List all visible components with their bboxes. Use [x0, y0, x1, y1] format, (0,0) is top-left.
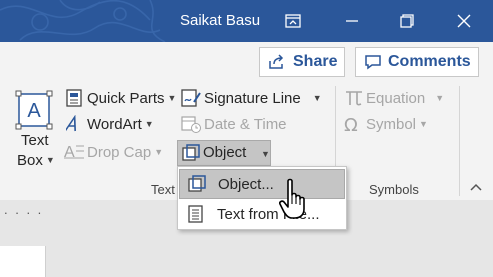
comments-label: Comments [388, 53, 471, 70]
collapse-ribbon-icon[interactable] [468, 180, 484, 194]
wordart-icon [66, 115, 82, 133]
restore-icon[interactable] [394, 8, 420, 34]
user-name[interactable]: Saikat Basu [180, 12, 260, 29]
minimize-icon[interactable] [339, 8, 365, 34]
menu-item-label: Object... [218, 176, 274, 193]
object-icon [188, 175, 206, 198]
omega-icon: Ω [344, 115, 364, 133]
pi-icon [344, 89, 364, 107]
svg-text:Ω: Ω [344, 115, 358, 133]
dropdown-caret-icon: ▼ [312, 93, 322, 103]
menu-item-object[interactable]: Object... [179, 169, 345, 199]
drop-cap-button[interactable]: Drop Cap ▼ [87, 144, 163, 161]
date-time-button[interactable]: Date & Time [204, 116, 287, 133]
text-box-label-2[interactable]: Box ▼ [17, 152, 55, 169]
signature-line-icon [181, 89, 201, 107]
share-button[interactable]: Share [259, 47, 345, 77]
document-page[interactable] [0, 246, 46, 277]
group-separator [459, 86, 460, 196]
object-label: Object [203, 144, 247, 161]
equation-button[interactable]: Equation ▼ [366, 90, 444, 107]
dropdown-caret-icon: ▼ [144, 119, 154, 129]
dropdown-caret-icon: ▼ [435, 93, 445, 103]
quick-parts-button[interactable]: Quick Parts ▼ [87, 90, 176, 107]
title-bar: Saikat Basu [0, 0, 493, 42]
ruler-marks: . . . . [4, 202, 44, 217]
object-button[interactable]: Object ▼ [177, 140, 271, 166]
dropdown-caret-icon: ▼ [261, 149, 270, 159]
quick-parts-icon [66, 89, 82, 107]
close-icon[interactable] [451, 8, 477, 34]
dropdown-caret-icon: ▼ [419, 119, 428, 129]
svg-text:A: A [27, 100, 41, 122]
comments-button[interactable]: Comments [355, 47, 479, 77]
menu-item-text-from-file[interactable]: Text from File... [179, 200, 345, 230]
dropdown-caret-icon: ▼ [167, 93, 177, 103]
drop-cap-icon: A [64, 143, 84, 159]
symbol-button[interactable]: Symbol ▼ [366, 116, 428, 133]
ribbon-display-icon[interactable] [280, 8, 306, 34]
signature-line-button[interactable]: Signature Line ▼ [204, 90, 322, 107]
share-icon [269, 54, 284, 69]
document-area [0, 222, 493, 277]
object-icon [182, 144, 200, 162]
object-dropdown-menu: Object... Text from File... [177, 166, 347, 230]
calendar-clock-icon [181, 115, 201, 133]
share-label: Share [293, 53, 338, 70]
comment-icon [365, 55, 381, 70]
svg-text:A: A [64, 144, 75, 159]
symbols-group-label: Symbols [369, 182, 419, 197]
dropdown-caret-icon: ▼ [45, 155, 55, 165]
dropdown-caret-icon: ▼ [154, 147, 164, 157]
wordart-button[interactable]: WordArt ▼ [87, 116, 154, 133]
hand-cursor-icon [279, 178, 309, 225]
text-file-icon [187, 205, 205, 228]
text-box-label-1[interactable]: Text [21, 132, 49, 149]
text-group-label: Text [151, 182, 175, 197]
text-box-icon[interactable]: A [15, 90, 53, 130]
